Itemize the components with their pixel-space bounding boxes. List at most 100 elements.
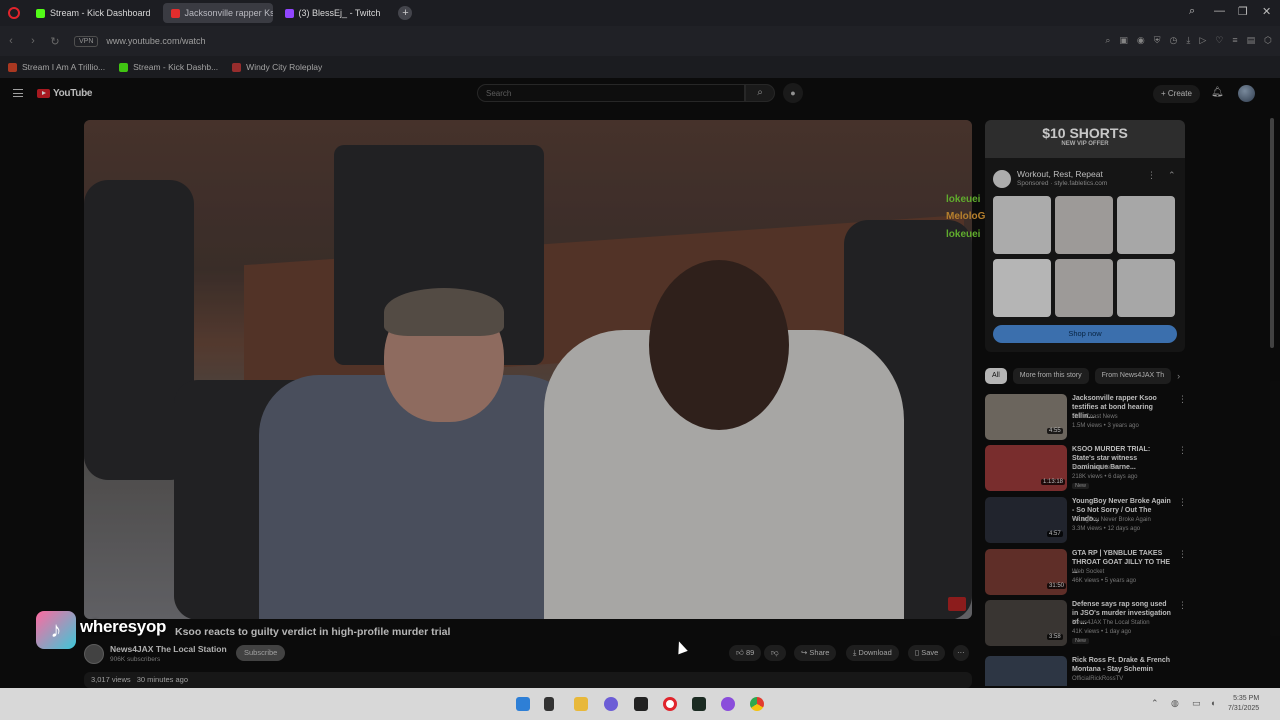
terminal-icon[interactable] [634, 697, 648, 711]
product-tile[interactable] [1117, 196, 1175, 254]
wallet-icon[interactable]: ▤ [1247, 35, 1256, 46]
notifications-bell-icon[interactable]: 🔔︎ [1211, 87, 1224, 98]
ad-menu-icon[interactable]: ⋮ [1147, 170, 1156, 181]
product-tile[interactable] [1117, 259, 1175, 317]
chip-all[interactable]: All [985, 368, 1007, 384]
chevron-right-icon[interactable]: › [1177, 368, 1180, 384]
subscribe-button[interactable]: Subscribe [236, 645, 286, 661]
shop-now-button[interactable]: Shop now [993, 325, 1177, 343]
collapse-chevron-icon[interactable]: ⌃ [1168, 170, 1176, 181]
discord-icon[interactable] [604, 697, 618, 711]
voice-search-button[interactable]: ● [783, 83, 803, 103]
camera-icon[interactable]: ◉ [1137, 35, 1145, 46]
video-thumbnail[interactable] [985, 656, 1067, 686]
product-tile[interactable] [1055, 196, 1113, 254]
channel-watermark-icon[interactable] [948, 597, 966, 611]
channel-avatar[interactable] [84, 644, 104, 664]
ad-banner-subtitle: NEW VIP OFFER [1061, 141, 1109, 147]
opera-icon[interactable] [663, 697, 677, 711]
system-clock[interactable]: 5:35 PM 7/31/2025 [1228, 694, 1259, 714]
save-button[interactable]: ▯ Save [908, 645, 946, 661]
bookmark-favicon-icon [8, 62, 17, 72]
forward-icon[interactable]: › [22, 35, 44, 47]
page-scrollbar[interactable] [1270, 118, 1274, 348]
back-icon[interactable]: ‹ [0, 35, 22, 47]
kick-app-icon[interactable] [692, 697, 706, 711]
heart-icon[interactable]: ♡ [1215, 35, 1223, 46]
zoom-icon[interactable]: ⌕ [1105, 35, 1110, 46]
minimize-icon[interactable]: — [1214, 5, 1225, 17]
tab-twitch[interactable]: (3) BlessEj_ - Twitch [277, 3, 389, 23]
tab-youtube-video[interactable]: Jacksonville rapper Ks [162, 3, 273, 23]
opera-logo-icon[interactable] [8, 7, 20, 19]
like-button[interactable]: 👍︎ 89 [729, 645, 762, 661]
microphone-icon[interactable]: ◍ [1171, 698, 1179, 709]
recommended-title: Rick Ross Ft. Drake & French Montana - S… [1072, 657, 1171, 673]
file-explorer-icon[interactable] [574, 697, 588, 711]
obs-icon[interactable] [721, 697, 735, 711]
menu-icon[interactable]: ≡ [1232, 35, 1237, 46]
search-tabs-icon[interactable]: ⌕ [1189, 5, 1195, 18]
tab-kick-dashboard[interactable]: Stream - Kick Dashboard [28, 3, 159, 23]
product-tile[interactable] [993, 259, 1051, 317]
recommended-video[interactable]: 1:13:18 KSOO MURDER TRIAL: State's star … [985, 445, 1187, 491]
play-icon[interactable]: ▷ [1199, 35, 1206, 46]
windows-start-icon[interactable] [516, 697, 530, 711]
save-label: Save [921, 648, 939, 657]
tray-chevron-icon[interactable]: ⌃ [1151, 698, 1159, 709]
snap-icon[interactable]: ▣ [1119, 35, 1128, 46]
account-avatar[interactable] [1238, 85, 1255, 102]
subscriber-count: 906K subscribers [110, 656, 161, 663]
recommended-video[interactable]: 4:55 Jacksonville rapper Ksoo testifies … [985, 394, 1187, 440]
youtube-logo[interactable]: YouTube [37, 88, 93, 99]
hamburger-menu-icon[interactable] [13, 89, 23, 97]
recommended-video[interactable]: 31:50 GTA RP | YBNBLUE TAKES THROAT GOAT… [985, 549, 1187, 595]
more-options-icon[interactable]: ⋮ [1178, 445, 1187, 456]
create-button[interactable]: + Create [1153, 85, 1200, 103]
recommended-video[interactable]: Rick Ross Ft. Drake & French Montana - S… [985, 656, 1180, 686]
more-options-icon[interactable]: ⋮ [1178, 497, 1187, 508]
task-view-icon[interactable] [544, 697, 554, 711]
description-box[interactable]: 3,017 views 30 minutes ago [84, 672, 972, 688]
more-actions-button[interactable]: ⋯ [953, 645, 969, 661]
more-options-icon[interactable]: ⋮ [1178, 394, 1187, 405]
bookmark-label: Windy City Roleplay [246, 62, 323, 72]
shield-icon[interactable]: ⛨ [1154, 35, 1161, 46]
new-tab-button[interactable]: + [398, 6, 413, 20]
channel-name[interactable]: News4JAX The Local Station [110, 644, 227, 654]
chrome-icon[interactable] [750, 697, 764, 711]
vpn-badge[interactable]: VPN [74, 35, 99, 47]
search-button[interactable]: ⌕ [745, 84, 775, 102]
bookmark-item[interactable]: Windy City Roleplay [232, 62, 322, 72]
maximize-icon[interactable]: ❐ [1238, 5, 1248, 18]
recommended-video[interactable]: 3:58 Defense says rap song used in JSO's… [985, 600, 1187, 646]
display-icon[interactable]: ▭ [1192, 698, 1201, 709]
clock-icon[interactable]: ◷ [1170, 35, 1178, 46]
dislike-button[interactable]: 👎︎ [764, 645, 786, 661]
download-icon[interactable]: ⤓ [1186, 35, 1190, 46]
bookmark-label: Stream I Am A Trillio... [22, 62, 106, 72]
extensions-icon[interactable]: ⬡ [1264, 35, 1272, 46]
reload-icon[interactable]: ↻ [44, 35, 66, 48]
more-options-icon[interactable]: ⋮ [1178, 549, 1187, 560]
product-tile[interactable] [993, 196, 1051, 254]
more-options-icon[interactable]: ⋮ [1178, 656, 1180, 667]
product-tile[interactable] [1055, 259, 1113, 317]
share-button[interactable]: ↪ Share [794, 645, 837, 661]
more-options-icon[interactable]: ⋮ [1178, 600, 1187, 611]
recommended-video[interactable]: 4:57 YoungBoy Never Broke Again - So Not… [985, 497, 1187, 543]
download-button[interactable]: ⤓ Download [846, 645, 899, 661]
chip-from-channel[interactable]: From News4JAX Th [1094, 368, 1172, 384]
search-input[interactable]: Search [477, 84, 745, 102]
bookmark-item[interactable]: Stream - Kick Dashb... [119, 62, 218, 72]
sponsored-ad[interactable]: $10 SHORTS NEW VIP OFFER Workout, Rest, … [985, 120, 1185, 352]
volume-icon[interactable]: ◖ [1210, 698, 1215, 708]
new-badge: New [1072, 638, 1090, 644]
recommended-meta: 41K views • 1 day ago [1072, 629, 1132, 635]
ad-banner[interactable]: $10 SHORTS NEW VIP OFFER [985, 120, 1185, 158]
chip-more-from-story[interactable]: More from this story [1012, 368, 1089, 384]
url-field[interactable]: www.youtube.com/watch [106, 36, 205, 46]
close-icon[interactable]: ✕ [1262, 5, 1271, 18]
bookmark-item[interactable]: Stream I Am A Trillio... [8, 62, 105, 72]
video-player[interactable] [84, 120, 972, 619]
